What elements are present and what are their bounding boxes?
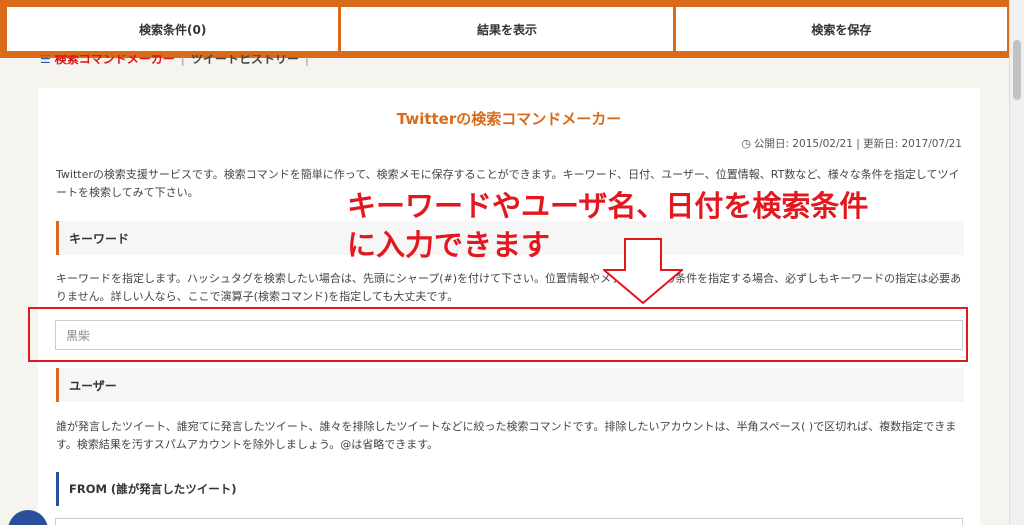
tab-command-maker[interactable]: 検索コマンドメーカー: [55, 55, 175, 66]
save-search-button[interactable]: 検索を保存: [675, 7, 1007, 51]
search-conditions-button[interactable]: 検索条件(0): [7, 7, 339, 51]
dates-text: 公開日: 2015/02/21 | 更新日: 2017/07/21: [753, 138, 962, 150]
tab-separator: |: [304, 55, 309, 66]
down-arrow-icon: [603, 238, 683, 304]
show-results-button[interactable]: 結果を表示: [341, 7, 673, 51]
scrollbar-thumb[interactable]: [1013, 40, 1021, 100]
user-heading: ユーザー: [56, 368, 964, 402]
from-heading: FROM (誰が発言したツイート): [56, 472, 964, 506]
page-scrollbar[interactable]: [1009, 0, 1024, 525]
user-description: 誰が発言したツイート、誰宛てに発言したツイート、誰々を排除したツイートなどに絞っ…: [56, 420, 957, 451]
tab-tweet-history[interactable]: ツイートヒストリー: [191, 55, 299, 66]
list-icon: ☰: [40, 55, 51, 66]
from-input[interactable]: [55, 518, 963, 525]
tab-separator: |: [180, 55, 185, 66]
sub-navigation: ☰ 検索コマンドメーカー | ツイートヒストリー |: [40, 55, 315, 69]
annotation-line-1: キーワードやユーザ名、日付を検索条件: [347, 189, 869, 223]
page-title: Twitterの検索コマンドメーカー: [396, 110, 622, 128]
top-action-bar: 検索条件(0) 結果を表示 検索を保存: [0, 0, 1014, 58]
publish-dates: ◷ 公開日: 2015/02/21 | 更新日: 2017/07/21: [741, 136, 962, 151]
keyword-description: キーワードを指定します。ハッシュタグを検索したい場合は、先頭にシャープ(#)を付…: [56, 272, 962, 303]
highlight-box: [28, 307, 968, 362]
clock-icon: ◷: [741, 137, 751, 150]
